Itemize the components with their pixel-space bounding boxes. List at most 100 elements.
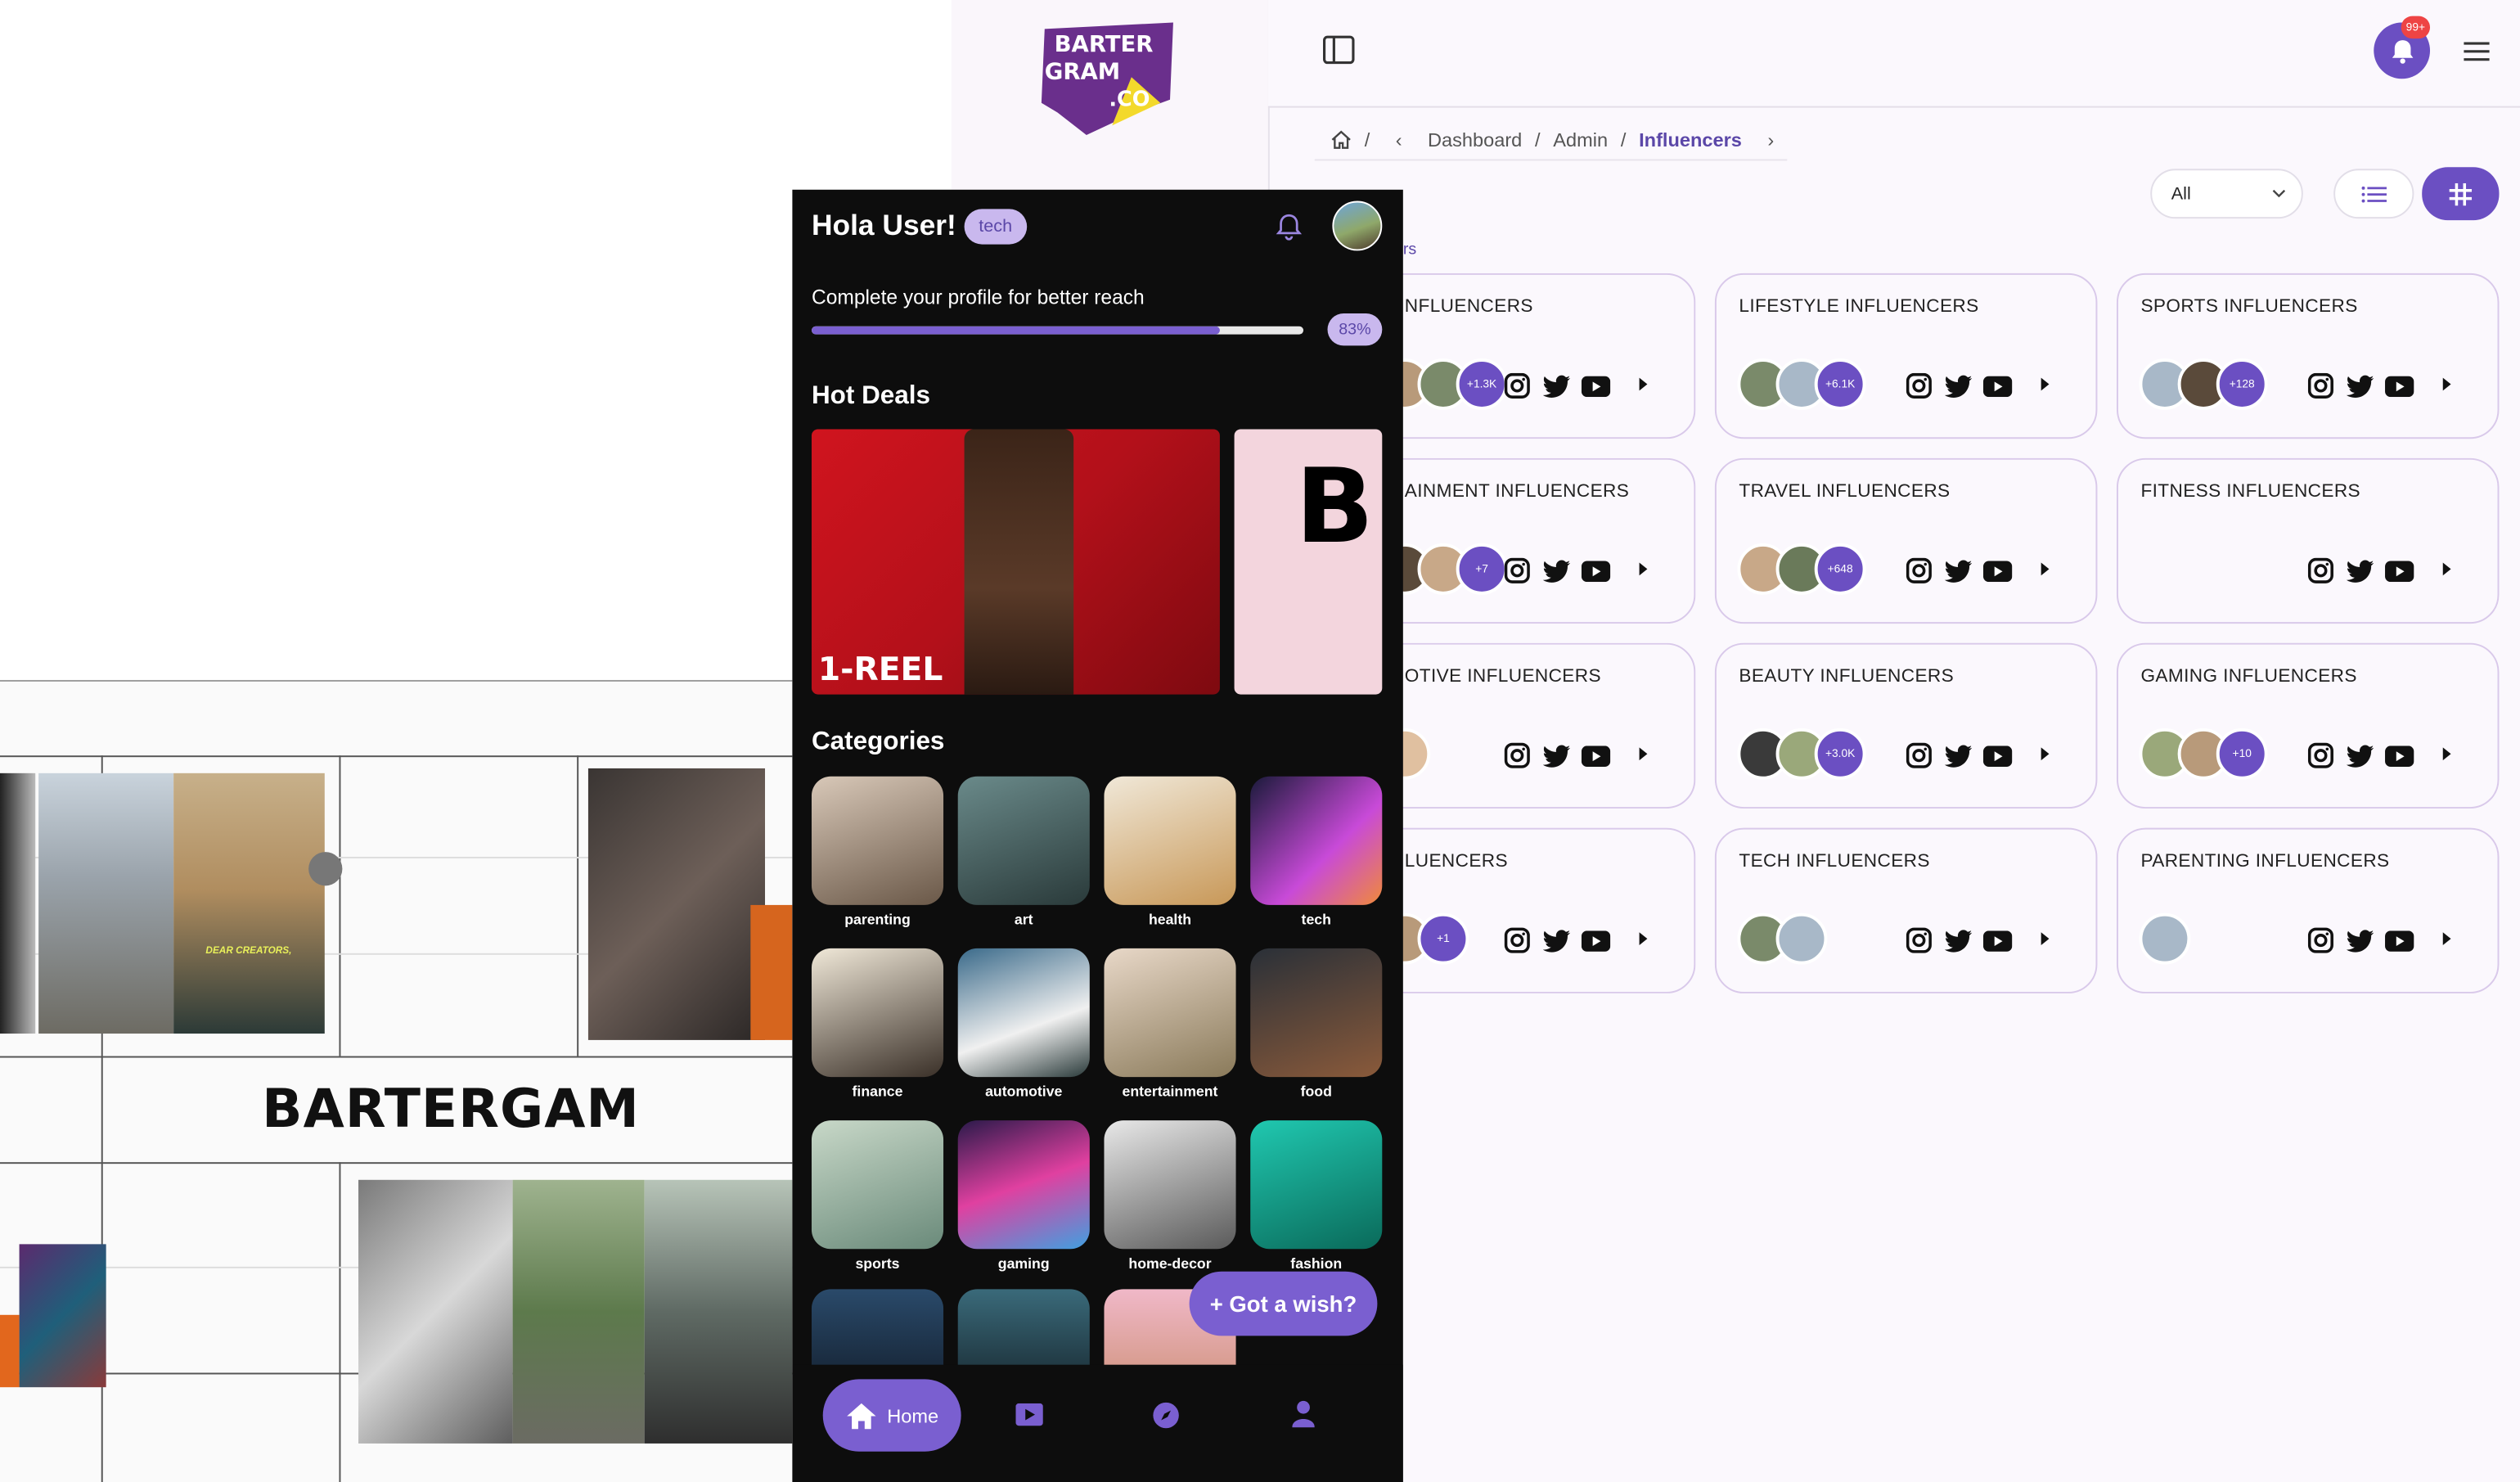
youtube-icon[interactable] — [2385, 375, 2414, 397]
chevron-left-icon[interactable]: ‹ — [1383, 128, 1415, 151]
explore-icon[interactable] — [1152, 1402, 1179, 1429]
category-item[interactable]: automotive — [957, 948, 1090, 1100]
influencer-category-card[interactable]: FITNESS INFLUENCERS — [2116, 457, 2500, 624]
progress-fill — [811, 326, 1220, 335]
youtube-icon[interactable] — [2385, 560, 2414, 582]
instagram-icon[interactable] — [1504, 742, 1533, 768]
card-title: LIFESTYLE INFLUENCERS — [1739, 297, 1979, 317]
twitter-icon[interactable] — [1944, 743, 1973, 767]
twitter-icon[interactable] — [2346, 743, 2375, 767]
influencer-avatars: +128 — [2139, 358, 2268, 410]
bartergram-logo[interactable]: BARTER GRAM .CO — [1038, 22, 1180, 138]
instagram-icon[interactable] — [1906, 927, 1935, 953]
bell-icon[interactable] — [1275, 212, 1303, 241]
breadcrumb-dashboard[interactable]: Dashboard — [1428, 128, 1522, 151]
category-label: health — [1148, 911, 1192, 928]
category-item[interactable]: food — [1250, 948, 1383, 1100]
category-item[interactable]: sports — [811, 1120, 944, 1272]
youtube-icon[interactable] — [2385, 930, 2414, 951]
deal-card[interactable]: B — [1234, 429, 1383, 695]
profile-progress-bar — [811, 326, 1304, 335]
chevron-right-icon[interactable]: › — [1755, 128, 1774, 151]
caret-right-icon[interactable] — [2442, 562, 2451, 576]
youtube-icon[interactable] — [1982, 930, 2013, 951]
instagram-icon[interactable] — [1906, 742, 1935, 768]
influencer-category-card[interactable]: TRAVEL INFLUENCERS +648 — [1714, 457, 2098, 624]
category-item[interactable]: art — [957, 776, 1090, 928]
category-filter-select[interactable]: All — [2150, 169, 2303, 219]
twitter-icon[interactable] — [1944, 559, 1973, 583]
influencer-category-card[interactable]: BEAUTY INFLUENCERS +3.0K — [1714, 642, 2098, 809]
youtube-icon[interactable] — [1581, 745, 1611, 766]
twitter-icon[interactable] — [2346, 374, 2375, 398]
twitter-icon[interactable] — [1944, 374, 1973, 398]
caret-right-icon[interactable] — [2041, 562, 2050, 576]
instagram-icon[interactable] — [1906, 557, 1935, 583]
category-item[interactable]: entertainment — [1104, 948, 1236, 1100]
twitter-icon[interactable] — [1944, 928, 1973, 952]
category-item[interactable]: home-decor — [1104, 1120, 1236, 1272]
caret-right-icon[interactable] — [2442, 932, 2451, 946]
instagram-icon[interactable] — [2307, 372, 2337, 399]
category-item[interactable]: tech — [1250, 776, 1383, 927]
category-item[interactable]: finance — [811, 948, 944, 1100]
category-item[interactable]: gaming — [957, 1120, 1090, 1272]
caret-right-icon[interactable] — [1639, 932, 1648, 946]
youtube-icon[interactable] — [1581, 560, 1611, 582]
caret-right-icon[interactable] — [2041, 932, 2050, 946]
menu-icon[interactable] — [2464, 42, 2490, 61]
category-image — [1104, 948, 1236, 1078]
youtube-icon[interactable] — [1581, 930, 1611, 951]
category-item[interactable]: parenting — [811, 776, 944, 927]
caret-right-icon[interactable] — [1639, 747, 1648, 761]
category-label: art — [1014, 911, 1033, 928]
deal-card[interactable]: 1-REEL — [811, 429, 1220, 695]
instagram-icon[interactable] — [2307, 927, 2337, 953]
youtube-icon[interactable] — [1982, 560, 2013, 582]
influencer-category-card[interactable]: PARENTING INFLUENCERS — [2116, 827, 2500, 993]
category-item[interactable]: fashion — [1250, 1120, 1383, 1272]
caret-right-icon[interactable] — [2041, 747, 2050, 761]
twitter-icon[interactable] — [2346, 559, 2375, 583]
influencer-category-card[interactable]: TECH INFLUENCERS — [1714, 827, 2098, 993]
caret-right-icon[interactable] — [2041, 377, 2050, 391]
profile-avatar[interactable] — [1332, 200, 1383, 251]
list-view-button[interactable] — [2333, 169, 2414, 219]
instagram-icon[interactable] — [1504, 372, 1533, 399]
profile-icon[interactable] — [1292, 1400, 1315, 1429]
breadcrumb-admin[interactable]: Admin — [1553, 128, 1608, 151]
instagram-icon[interactable] — [1906, 372, 1935, 399]
twitter-icon[interactable] — [1542, 928, 1572, 952]
youtube-icon[interactable] — [1982, 745, 2013, 766]
caret-right-icon[interactable] — [2442, 747, 2451, 761]
instagram-icon[interactable] — [1504, 927, 1533, 953]
instagram-icon[interactable] — [2307, 557, 2337, 583]
video-icon[interactable] — [1015, 1403, 1043, 1426]
twitter-icon[interactable] — [1542, 374, 1572, 398]
grid-view-button[interactable] — [2422, 167, 2500, 221]
caret-right-icon[interactable] — [1639, 562, 1648, 576]
influencer-avatars: +10 — [2139, 727, 2268, 780]
twitter-icon[interactable] — [2346, 928, 2375, 952]
twitter-icon[interactable] — [1542, 559, 1572, 583]
influencer-category-card[interactable]: LIFESTYLE INFLUENCERS +6.1K — [1714, 273, 2098, 439]
collage-photo-street — [38, 773, 174, 1034]
twitter-icon[interactable] — [1542, 743, 1572, 767]
collage-brand-word: BARTERGAM — [262, 1077, 640, 1140]
instagram-icon[interactable] — [1504, 557, 1533, 583]
caret-right-icon[interactable] — [1639, 377, 1648, 391]
nav-home[interactable]: Home — [822, 1379, 961, 1452]
youtube-icon[interactable] — [2385, 745, 2414, 766]
category-item[interactable]: health — [1104, 776, 1236, 928]
got-a-wish-button[interactable]: + Got a wish? — [1189, 1271, 1378, 1336]
influencer-category-card[interactable]: GAMING INFLUENCERS +10 — [2116, 642, 2500, 809]
caret-right-icon[interactable] — [2442, 377, 2451, 391]
youtube-icon[interactable] — [1581, 375, 1611, 397]
youtube-icon[interactable] — [1982, 375, 2013, 397]
category-tag[interactable]: tech — [964, 209, 1027, 245]
instagram-icon[interactable] — [2307, 742, 2337, 768]
influencer-category-card[interactable]: SPORTS INFLUENCERS +128 — [2116, 273, 2500, 439]
collage-photo-creator: DEAR CREATORS, — [173, 773, 325, 1034]
home-icon[interactable] — [1330, 130, 1352, 150]
sidebar-toggle-icon[interactable] — [1323, 35, 1355, 65]
